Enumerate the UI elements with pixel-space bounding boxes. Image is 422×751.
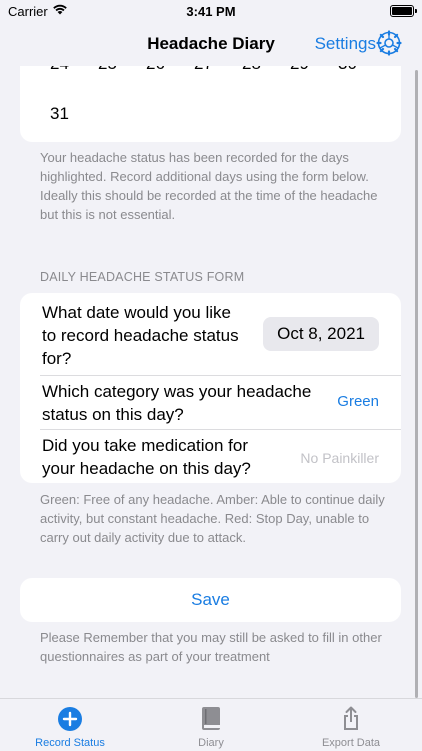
calendar-day[interactable]: 26 [146, 66, 165, 74]
medication-question: Did you take medication for your headach… [42, 436, 251, 478]
tab-export-data[interactable]: Export Data [281, 699, 421, 751]
battery-icon [390, 5, 417, 17]
tab-label: Record Status [35, 737, 105, 749]
save-card: Save [20, 578, 401, 622]
calendar-day[interactable]: 27 [194, 66, 213, 74]
tab-record-status[interactable]: Record Status [0, 699, 140, 751]
category-value[interactable]: Green [337, 393, 379, 410]
headache-status-form: What date would you like to record heada… [20, 293, 401, 483]
tab-label: Diary [198, 737, 224, 749]
plus-circle-icon [58, 707, 82, 731]
calendar-week-row: 24 25 26 27 28 29 30 [20, 66, 401, 74]
tab-bar: Record Status Diary Export Data [0, 698, 422, 751]
reminder-footnote: Please Remember that you may still be as… [40, 630, 382, 664]
calendar-card: 24 25 26 27 28 29 30 31 [20, 66, 401, 142]
tab-diary[interactable]: Diary [141, 699, 281, 751]
scrollbar[interactable] [415, 70, 418, 698]
status-bar: Carrier 3:41 PM [0, 0, 422, 22]
form-section-header: DAILY HEADACHE STATUS FORM [40, 270, 245, 284]
calendar-day-31[interactable]: 31 [50, 104, 69, 124]
date-picker[interactable]: Oct 8, 2021 [263, 317, 379, 351]
gear-icon[interactable] [376, 30, 402, 56]
calendar-day[interactable]: 28 [242, 66, 261, 74]
date-question: What date would you like to record heada… [42, 303, 239, 368]
calendar-day[interactable]: 29 [290, 66, 309, 74]
legend-footnote: Green: Free of any headache. Amber: Able… [40, 492, 385, 545]
tab-label: Export Data [321, 737, 381, 749]
navigation-bar: Headache Diary Settings [0, 22, 422, 66]
category-question: Which category was your headache status … [42, 382, 312, 424]
settings-button[interactable]: Settings [315, 34, 376, 54]
calendar-day[interactable]: 25 [98, 66, 117, 74]
save-button[interactable]: Save [20, 578, 401, 622]
calendar-day[interactable]: 30 [338, 66, 357, 74]
medication-value[interactable]: No Painkiller [300, 450, 379, 466]
book-icon [202, 707, 220, 730]
recorded-footnote: Your headache status has been recorded f… [40, 150, 378, 222]
calendar-day[interactable]: 24 [50, 66, 69, 74]
date-row[interactable]: What date would you like to record heada… [20, 293, 401, 375]
share-icon [344, 706, 358, 730]
status-time: 3:41 PM [186, 4, 236, 19]
